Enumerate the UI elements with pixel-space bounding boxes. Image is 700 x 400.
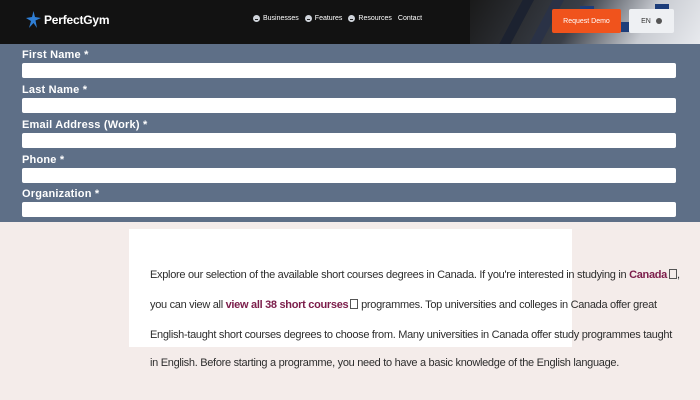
paragraph-line-4: in English. Before starting a programme,…: [150, 357, 619, 369]
brand-name: PerfectGym: [44, 13, 110, 27]
paragraph-line-3: English-taught short courses degrees to …: [150, 329, 672, 341]
last-name-label: Last Name *: [22, 84, 88, 96]
brand-logo[interactable]: PerfectGym: [26, 11, 110, 29]
globe-icon: [655, 18, 662, 24]
line1-text: Explore our selection of the available s…: [150, 269, 630, 281]
nav-features[interactable]: Features: [304, 15, 343, 22]
top-navigation-bar: PerfectGym Businesses Features Resources…: [0, 0, 700, 44]
paragraph-line-1: Explore our selection of the available s…: [150, 269, 680, 281]
line2-prefix: you can view all: [150, 299, 226, 311]
language-label: EN: [641, 17, 651, 25]
language-selector[interactable]: EN: [629, 9, 674, 33]
nav-businesses-label: Businesses: [263, 15, 299, 22]
nav-resources[interactable]: Resources: [348, 15, 392, 22]
first-name-field[interactable]: [22, 63, 676, 78]
nav-contact[interactable]: Contact: [398, 15, 422, 22]
chevron-down-icon: [348, 15, 356, 22]
organization-field[interactable]: [22, 202, 676, 217]
canada-link[interactable]: Canada: [629, 269, 667, 281]
last-name-field[interactable]: [22, 98, 676, 113]
first-name-label: First Name *: [22, 49, 89, 61]
logo-icon: [26, 11, 41, 28]
contact-form: First Name * Last Name * Email Address (…: [0, 44, 700, 222]
organization-label: Organization *: [22, 188, 100, 200]
main-nav: Businesses Features Resources Contact: [253, 15, 422, 22]
nav-features-label: Features: [314, 15, 343, 22]
email-field[interactable]: [22, 133, 676, 148]
phone-field[interactable]: [22, 168, 676, 183]
request-demo-button[interactable]: Request Demo: [552, 9, 621, 33]
phone-label: Phone *: [22, 154, 65, 166]
nav-resources-label: Resources: [358, 15, 392, 22]
nav-contact-label: Contact: [397, 15, 423, 22]
email-label: Email Address (Work) *: [22, 119, 148, 131]
chevron-down-icon: [304, 15, 312, 22]
external-link-icon: [669, 269, 677, 279]
chevron-down-icon: [253, 15, 260, 22]
nav-businesses[interactable]: Businesses: [253, 15, 299, 22]
paragraph-line-2: you can view all view all 38 short cours…: [150, 299, 657, 311]
short-courses-link[interactable]: view all 38 short courses: [226, 299, 349, 311]
line2-suffix: programmes. Top universities and college…: [358, 299, 657, 311]
